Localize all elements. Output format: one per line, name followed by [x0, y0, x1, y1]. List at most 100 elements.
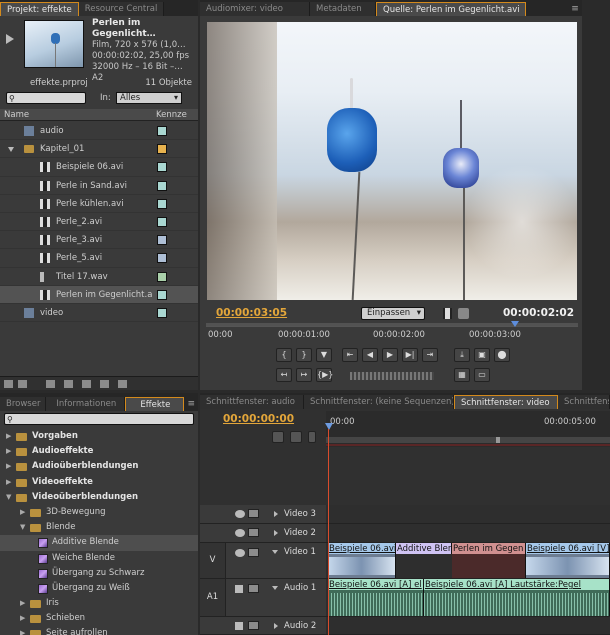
- effect-item[interactable]: Übergang zu Schwarz: [0, 566, 198, 581]
- timeline-playhead-handle[interactable]: [325, 423, 333, 430]
- project-item[interactable]: Kapitel_01: [0, 140, 198, 159]
- project-item[interactable]: audio: [0, 122, 198, 141]
- effect-folder[interactable]: ▶ 3D-Bewegung: [0, 505, 198, 520]
- marker-icon[interactable]: ▼: [316, 348, 332, 362]
- transition-clip[interactable]: Additive Blend: [396, 543, 452, 554]
- go-to-in-icon[interactable]: ⇤: [342, 348, 358, 362]
- label-color-swatch[interactable]: [157, 253, 167, 264]
- project-item[interactable]: Perle in Sand.avi: [0, 177, 198, 195]
- monitor-time-ruler[interactable]: 00:00 00:00:01:00 00:00:02:00 00:00:03:0…: [206, 321, 578, 342]
- expand-icon[interactable]: ▶: [6, 429, 11, 444]
- playhead-marker[interactable]: [511, 321, 519, 327]
- effect-folder[interactable]: ▼ Blende: [0, 520, 198, 535]
- effect-folder[interactable]: ▶ Audioeffekte: [0, 444, 198, 459]
- tab-audiomixer[interactable]: Audiomixer: video: [200, 2, 310, 16]
- trash-icon[interactable]: [118, 380, 127, 388]
- expand-icon[interactable]: [274, 511, 278, 517]
- effect-item[interactable]: Weiche Blende: [0, 551, 198, 566]
- play-icon[interactable]: ▶: [382, 348, 398, 362]
- go-to-out-icon[interactable]: ⇥: [422, 348, 438, 362]
- effect-item[interactable]: Additive Blende: [0, 535, 198, 551]
- lock-icon[interactable]: [248, 528, 259, 537]
- jog-shuttle[interactable]: [350, 372, 434, 380]
- tab-timeline-video[interactable]: Schnittfenster: video: [454, 395, 558, 409]
- effect-folder[interactable]: ▶ Iris: [0, 596, 198, 611]
- effect-folder[interactable]: ▶ Vorgaben: [0, 429, 198, 444]
- project-item[interactable]: Perle_3.avi: [0, 231, 198, 250]
- find-icon[interactable]: [64, 380, 73, 388]
- eye-icon[interactable]: [235, 510, 245, 518]
- export-frame-icon[interactable]: ⬤: [494, 348, 510, 362]
- playhead-timecode[interactable]: 00:00:03:05: [216, 307, 287, 319]
- effect-folder[interactable]: ▼ Videoüberblendungen: [0, 490, 198, 505]
- effect-folder[interactable]: ▶ Seite aufrollen: [0, 626, 198, 635]
- snap-icon[interactable]: [272, 431, 284, 443]
- lock-icon[interactable]: [248, 548, 259, 557]
- collapse-icon[interactable]: [272, 550, 278, 554]
- project-item[interactable]: Titel 17.wav: [0, 268, 198, 286]
- play-preview-icon[interactable]: [6, 34, 14, 44]
- source-track-v[interactable]: V: [200, 543, 226, 578]
- eye-icon[interactable]: [235, 549, 245, 557]
- timeline-timecode[interactable]: 00:00:00:00: [223, 413, 294, 425]
- label-color-swatch[interactable]: [157, 198, 167, 209]
- mark-out-icon[interactable]: }: [296, 348, 312, 362]
- speaker-icon[interactable]: [235, 622, 243, 630]
- overwrite-icon[interactable]: ▣: [474, 348, 490, 362]
- lock-icon[interactable]: [248, 621, 259, 630]
- source-track-a1[interactable]: A1: [200, 579, 226, 616]
- output-settings-icon[interactable]: ▭: [474, 368, 490, 382]
- collapse-icon[interactable]: ▼: [6, 490, 11, 505]
- label-color-swatch[interactable]: [157, 235, 167, 246]
- effect-folder[interactable]: ▶ Schieben: [0, 611, 198, 626]
- video-clip[interactable]: Beispiele 06.avi [V]: [526, 543, 610, 578]
- in-select[interactable]: Alles: [116, 92, 182, 104]
- label-color-swatch[interactable]: [157, 271, 167, 282]
- project-item[interactable]: Beispiele 06.avi: [0, 158, 198, 177]
- label-color-swatch[interactable]: [157, 162, 167, 173]
- list-view-icon[interactable]: [4, 380, 13, 388]
- project-item[interactable]: Perle_5.avi: [0, 249, 198, 268]
- expand-icon[interactable]: ▶: [20, 505, 25, 520]
- lock-icon[interactable]: [248, 509, 259, 518]
- expand-icon[interactable]: ▶: [20, 626, 25, 635]
- output-icon[interactable]: [458, 308, 469, 319]
- column-name[interactable]: Name: [4, 109, 29, 121]
- expand-icon[interactable]: ▶: [6, 444, 11, 459]
- video-clip[interactable]: Beispiele 06.avi: [328, 543, 396, 578]
- insert-icon[interactable]: ⤓: [454, 348, 470, 362]
- audio-clip[interactable]: Beispiele 06.avi [A] Lautstärke:Pegel: [424, 579, 610, 616]
- expand-icon[interactable]: ▶: [20, 611, 25, 626]
- collapse-icon[interactable]: ▼: [20, 520, 25, 535]
- eye-icon[interactable]: [235, 529, 245, 537]
- speaker-icon[interactable]: [235, 585, 243, 593]
- film-icon[interactable]: [443, 308, 452, 319]
- new-item-icon[interactable]: [100, 380, 109, 388]
- zoom-bar[interactable]: [206, 323, 578, 326]
- expand-icon[interactable]: ▶: [6, 459, 11, 474]
- tab-source[interactable]: Quelle: Perlen im Gegenlicht.avi: [376, 2, 526, 16]
- fit-select[interactable]: Einpassen: [361, 307, 425, 320]
- label-color-swatch[interactable]: [157, 144, 167, 155]
- timeline-zoom-bar[interactable]: [326, 437, 610, 443]
- go-to-prev-marker-icon[interactable]: ↤: [276, 368, 292, 382]
- label-color-swatch[interactable]: [157, 216, 167, 227]
- expand-icon[interactable]: ▶: [20, 596, 25, 611]
- icon-view-icon[interactable]: [18, 380, 27, 388]
- marker-icon[interactable]: [290, 431, 302, 443]
- expand-icon[interactable]: [274, 530, 278, 536]
- label-color-swatch[interactable]: [157, 289, 167, 300]
- panel-menu-icon[interactable]: ≡: [184, 397, 198, 411]
- tab-effekte[interactable]: Effekte: [125, 397, 185, 411]
- label-color-swatch[interactable]: [157, 307, 167, 318]
- lock-icon[interactable]: [248, 584, 259, 593]
- audio-clip[interactable]: Beispiele 06.avi [A] el: [328, 579, 424, 616]
- column-label[interactable]: Kennze: [156, 109, 187, 121]
- tab-timeline-empty[interactable]: Schnittfenster: (keine Sequenzen): [304, 395, 454, 409]
- effect-item[interactable]: Übergang zu Weiß: [0, 581, 198, 596]
- tab-metadaten[interactable]: Metadaten: [310, 2, 376, 16]
- timeline-playhead[interactable]: [328, 429, 329, 635]
- play-in-to-out-icon[interactable]: {▶}: [316, 368, 333, 382]
- tab-browser[interactable]: Browser: [0, 397, 47, 411]
- safe-margins-icon[interactable]: ▦: [454, 368, 470, 382]
